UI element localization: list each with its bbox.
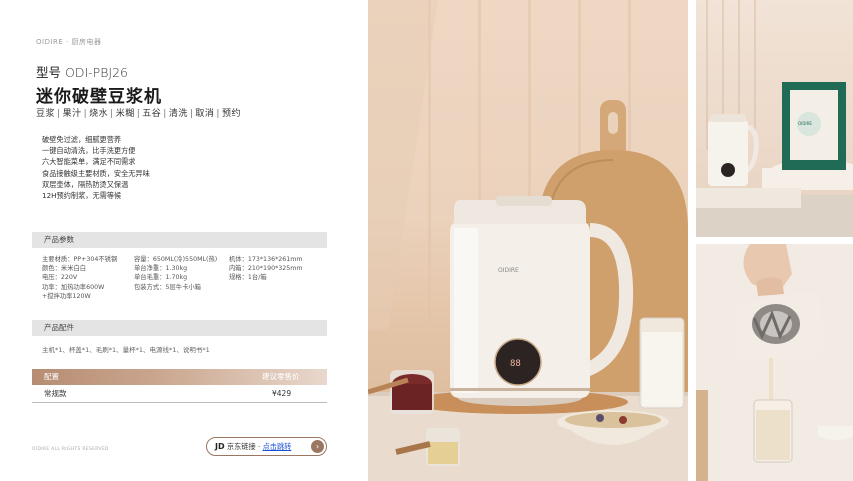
function-item: 米糊: [115, 109, 135, 119]
function-item: 豆浆: [36, 109, 56, 119]
feature-item: 一键自动清洗，比手洗更方便: [42, 146, 136, 156]
function-item: 果汁: [62, 109, 82, 119]
jd-link-text: 京东链接: [226, 442, 256, 451]
product-title: 迷你破壁豆浆机: [36, 87, 162, 107]
price-header-config: 配置: [44, 372, 59, 381]
param-item: 机体：173*136*261mm: [229, 256, 303, 263]
main-photo-illustration: OIDIRE 88: [368, 0, 688, 481]
params-column-3: 机体：173*136*261mm 内箱：210*190*325mm 规格：1台/箱: [229, 255, 303, 283]
milk-glass: [753, 399, 793, 463]
function-separator: |: [189, 109, 194, 119]
info-panel: OIDIRE · 厨房电器 型号 ODI-PBJ26 迷你破壁豆浆机 豆浆 | 果汁…: [0, 0, 360, 481]
tilted-kettle: [734, 291, 825, 363]
param-item: 电压：220V: [42, 274, 78, 282]
function-separator: |: [57, 109, 61, 119]
product-box: OIDIRE: [782, 82, 846, 170]
feature-item: 破壁免过滤，细腻更营养: [42, 135, 122, 144]
function-item: 烧水: [89, 109, 109, 119]
accessories-header: 产品配件: [32, 320, 327, 336]
chevron-right-icon[interactable]: ›: [311, 440, 324, 453]
param-item: 规格：1台/箱: [229, 274, 267, 282]
params-header: 产品参数: [32, 232, 327, 248]
copyright: OIDIRE ALL RIGHTS RESERVED: [32, 447, 109, 452]
feature-list: 破壁免过滤，细腻更营养一键自动清洗，比手洗更方便 六大智能菜单，满足不同需求 食品接…: [42, 134, 150, 201]
function-item: 五谷: [142, 109, 162, 119]
pouring-illustration: [696, 244, 853, 481]
price-table-row: 常规款 ¥429: [32, 385, 327, 403]
price-header-msrp: 建议零售价: [262, 372, 300, 381]
price-table-header: 配置 建议零售价: [32, 369, 327, 385]
param-item: 单台毛重：1.70kg: [134, 274, 188, 282]
soybean-cup: [426, 428, 460, 466]
jd-link-button[interactable]: JD 京东链接 · 点击跳转 ›: [206, 437, 327, 456]
function-separator: |: [110, 109, 114, 119]
main-product-photo: OIDIRE 88: [368, 0, 688, 481]
param-item: 内箱：210*190*325mm: [229, 265, 303, 273]
brand-line: OIDIRE · 厨房电器: [36, 38, 102, 46]
function-item: 取消: [195, 109, 215, 119]
price-row-value: ¥429: [272, 389, 292, 398]
function-item: 清洗: [168, 109, 188, 119]
price-row-config: 常规款: [44, 389, 67, 398]
param-item: +搅拌功率120W: [42, 292, 91, 300]
function-separator: |: [83, 109, 88, 119]
feature-item: 双层壶体，隔热防烫又保温: [42, 179, 129, 189]
params-column-1: 主要材质：PP+304不锈钢 颜色：米米白白 电压：220V 功率：加热功率600W +…: [42, 255, 117, 301]
param-item: 颜色：米米白白: [42, 265, 87, 273]
jd-jump-link[interactable]: 点击跳转: [263, 442, 292, 451]
milk-stream: [769, 358, 773, 406]
feature-item: 六大智能菜单，满足不同需求: [42, 157, 136, 167]
feature-item: 食品接触级主要材质，安全无异味: [42, 168, 150, 178]
model-label: 型号: [36, 65, 62, 80]
box-brand: OIDIRE: [798, 121, 812, 126]
accessories-text: 主机*1、杯盖*1、毛刷*1、量杯*1、电源线*1、说明书*1: [42, 346, 210, 354]
model-line: 型号 ODI-PBJ26: [36, 62, 128, 81]
model-code: ODI-PBJ26: [65, 65, 128, 80]
jd-logo: JD: [215, 442, 225, 451]
small-soymilk-maker: [708, 114, 759, 186]
red-beans-glass: [390, 370, 434, 414]
function-separator: |: [216, 109, 220, 119]
feature-item: 12H预约制浆，无需等候: [42, 191, 122, 201]
machine-brand: OIDIRE: [498, 267, 519, 274]
function-item: 预约: [221, 109, 241, 119]
packaging-illustration: OIDIRE: [696, 0, 853, 237]
soymilk-glass: [639, 317, 685, 409]
function-separator: |: [163, 109, 167, 119]
param-item: 功率：加热功率600W: [42, 283, 105, 291]
param-item: 包装方式：5层牛卡小箱: [134, 283, 201, 291]
machine-display: 88: [510, 359, 521, 369]
pouring-photo: [696, 244, 853, 481]
param-item: 主要材质：PP+304不锈钢: [42, 256, 118, 263]
params-column-2: 容量：650ML(冷)550ML(热) 单台净重：1.30kg 单台毛重：1.70k…: [134, 255, 217, 292]
jd-separator: ·: [257, 442, 261, 451]
param-item: 容量：650ML(冷)550ML(热): [134, 256, 218, 263]
packaging-photo: OIDIRE: [696, 0, 853, 237]
param-item: 单台净重：1.30kg: [134, 265, 188, 273]
function-separator: |: [136, 109, 141, 119]
function-list: 豆浆 | 果汁 | 烧水 | 米糊 | 五谷 | 清洗 | 取消 | 预约: [36, 106, 241, 119]
